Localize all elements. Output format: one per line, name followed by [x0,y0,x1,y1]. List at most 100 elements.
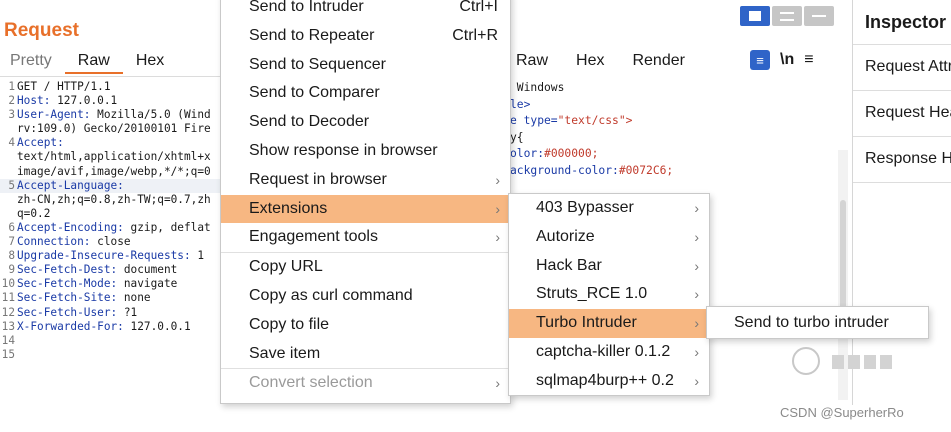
menu-item-save-item[interactable]: Save item [221,340,510,369]
menu-item-send-to-sequencer[interactable]: Send to Sequencer [221,51,510,80]
inspector-row-divider [853,182,951,183]
menu-item-hack-bar[interactable]: Hack Bar › [509,252,709,281]
tab-response-render[interactable]: Render [618,52,698,74]
csdn-watermark: CSDN @SuperherRo [780,405,904,420]
menu-item-send-to-comparer[interactable]: Send to Comparer [221,79,510,108]
header-name: Accept-Language: [17,178,124,192]
response-code-line: ackground-color:#0072C6; [510,163,840,180]
menu-item-captcha-killer-0-1-2[interactable]: captcha-killer 0.1.2 › [509,338,709,367]
layout-side-by-side-icon[interactable] [740,6,770,26]
menu-item-403-bypasser[interactable]: 403 Bypasser › [509,194,709,223]
header-value: gzip, deflat [123,220,211,234]
response-code-line: le> [510,97,840,114]
code-line: 3 User-Agent: Mozilla/5.0 (Wind [0,108,222,122]
layout-stacked-icon[interactable] [772,6,802,26]
line-number: 2 [8,94,15,108]
menu-item-label: Send to Intruder [249,0,364,15]
menu-item-label: 403 Bypasser [536,199,634,216]
menu-item-send-to-intruder[interactable]: Send to Intruder Ctrl+I [221,0,510,22]
menu-item-label: Convert selection [249,374,373,392]
code-line: zh-CN,zh;q=0.8,zh-TW;q=0.7,zh [0,193,222,207]
menu-item-label: Send to turbo intruder [734,314,889,331]
line-number: 4 [8,136,15,150]
code-token: olor: [510,147,545,161]
menu-item-autorize[interactable]: Autorize › [509,223,709,252]
tab-hex[interactable]: Hex [123,52,177,74]
request-tab-divider [0,76,220,77]
response-editor[interactable]: Windows le> e type="text/css"> y{olor:#0000… [510,80,840,180]
code-string: #0072C6; [618,163,674,177]
menu-item-send-to-turbo-intruder[interactable]: Send to turbo intruder [707,307,928,338]
header-value: document [117,263,178,277]
response-code-line: y{ [510,130,840,147]
chevron-right-icon: › [694,372,699,389]
chevron-right-icon: › [694,343,699,360]
header-value: ?1 [117,305,138,319]
menu-item-engagement-tools[interactable]: Engagement tools › [221,223,510,252]
line-number: 1 [8,80,15,93]
line-number: 7 [8,235,15,249]
pretty-print-icon[interactable]: ≡ [750,50,770,70]
menu-shortcut: Ctrl+R [452,26,498,44]
header-value: rv:109.0) Gecko/20100101 Fire [17,122,211,136]
menu-item-send-to-decoder[interactable]: Send to Decoder [221,108,510,137]
menu-item-label: Copy as curl command [249,286,413,304]
tab-response-hex[interactable]: Hex [562,52,618,74]
blurred-text [832,355,844,369]
menu-item-struts-rce-1-0[interactable]: Struts_RCE 1.0 › [509,280,709,309]
line-number: 13 [1,319,15,333]
inspector-request-attributes[interactable]: Request Attributes [853,44,951,90]
layout-toggle [740,6,834,26]
tab-raw[interactable]: Raw [64,52,123,74]
menu-item-label: Copy URL [249,258,323,276]
inspector-response-headers[interactable]: Response Headers [853,136,951,182]
header-name: Accept: [17,136,64,150]
line-number: 11 [1,291,15,305]
request-editor[interactable]: 1 GET / HTTP/1.1 2 Host: 127.0.0.1 3 User-Age… [0,80,222,362]
menu-item-copy-url[interactable]: Copy URL [221,253,510,282]
line-number [0,150,17,164]
header-value: GET / HTTP/1.1 [17,80,111,93]
menu-item-request-in-browser[interactable]: Request in browser › [221,166,510,195]
menu-item-show-response-in-browser[interactable]: Show response in browser [221,137,510,166]
code-line: 1 GET / HTTP/1.1 [0,80,222,94]
menu-item-sqlmap4burp-0-2[interactable]: sqlmap4burp++ 0.2 › [509,367,709,396]
code-line: q=0.2 [0,207,222,221]
header-value: Mozilla/5.0 (Wind [90,108,211,122]
line-number [0,122,17,136]
header-value: 127.0.0.1 [50,94,118,108]
tab-response-raw[interactable]: Raw [502,52,562,74]
line-number: 14 [1,333,15,347]
menu-item-copy-to-file[interactable]: Copy to file [221,311,510,340]
menu-item-turbo-intruder[interactable]: Turbo Intruder › [509,309,709,338]
chevron-right-icon: › [694,315,699,332]
line-number: 12 [1,305,15,319]
blurred-text [848,355,860,369]
inspector-request-headers[interactable]: Request Headers [853,90,951,136]
line-number: 9 [8,263,15,277]
turbo-intruder-submenu: Send to turbo intruder [706,306,929,339]
layout-single-icon[interactable] [804,6,834,26]
header-value: q=0.2 [17,206,51,220]
header-name: Upgrade-Insecure-Requests: [17,249,191,263]
menu-item-extensions[interactable]: Extensions › [221,194,510,224]
header-name: Sec-Fetch-User: [17,305,118,319]
tab-pretty[interactable]: Pretty [0,52,65,74]
code-line: 14 [0,334,222,348]
header-value: image/avif,image/webp,*/*;q=0 [17,164,211,178]
menu-item-label: Send to Sequencer [249,55,386,73]
newline-toggle-icon[interactable]: \n [780,51,794,69]
menu-item-send-to-repeater[interactable]: Send to Repeater Ctrl+R [221,22,510,51]
wechat-logo-icon [792,347,820,375]
menu-item-label: Turbo Intruder [536,314,637,332]
response-toolbar: ≡ \n ≡ [750,50,814,70]
hamburger-menu-icon[interactable]: ≡ [804,51,813,69]
menu-item-label: Request in browser [249,170,387,188]
menu-item-label: Hack Bar [536,256,602,274]
menu-item-copy-as-curl-command[interactable]: Copy as curl command [221,282,510,311]
code-line: image/avif,image/webp,*/*;q=0 [0,165,222,179]
line-number: 10 [1,277,15,291]
header-name: X-Forwarded-For: [17,319,124,333]
header-value: navigate [117,277,178,291]
response-scrollbar-thumb[interactable] [840,200,846,320]
